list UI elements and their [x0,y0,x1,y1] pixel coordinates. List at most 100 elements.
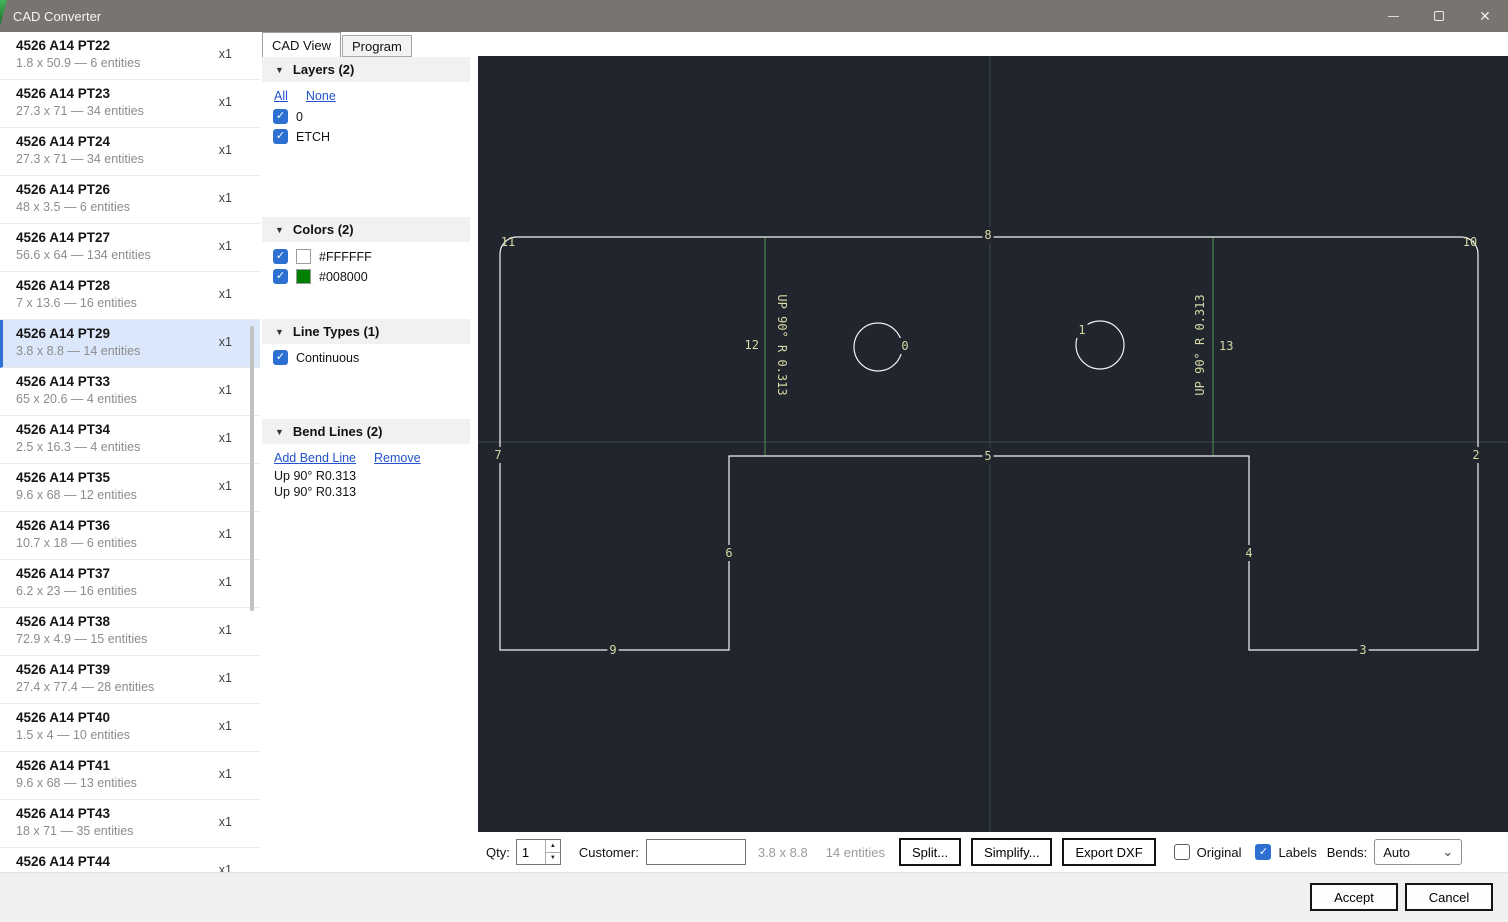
customer-label: Customer: [579,845,639,860]
list-item[interactable]: 4526 A14 PT359.6 x 68 — 12 entitiesx1 [0,464,260,512]
list-item[interactable]: 4526 A14 PT3610.7 x 18 — 6 entitiesx1 [0,512,260,560]
part-qty: x1 [219,863,232,872]
footer-bar: Accept Cancel [0,872,1508,922]
spin-up-icon[interactable]: ▲ [546,840,560,852]
color-label: #008000 [319,270,368,284]
bend-line-row[interactable]: Up 90° R0.313 [262,484,478,500]
cad-viewport[interactable]: 118101213017526493UP 90° R 0.313UP 90° R… [478,56,1508,832]
part-qty: x1 [219,623,232,637]
export-dxf-button[interactable]: Export DXF [1062,838,1155,866]
layers-all-link[interactable]: All [274,89,288,103]
close-icon: ✕ [1479,9,1491,23]
maximize-button[interactable] [1416,0,1462,32]
cad-canvas[interactable]: 118101213017526493UP 90° R 0.313UP 90° R… [478,56,1508,832]
list-item[interactable]: 4526 A14 PT376.2 x 23 — 16 entitiesx1 [0,560,260,608]
layers-title: Layers (2) [293,62,354,77]
entity-label: 8 [984,228,991,242]
qty-input[interactable] [517,840,545,864]
layer-checkbox[interactable] [273,109,288,124]
list-item[interactable]: 4526 A14 PT287 x 13.6 — 16 entitiesx1 [0,272,260,320]
tab-cad-view[interactable]: CAD View [262,32,341,57]
close-button[interactable]: ✕ [1462,0,1508,32]
list-item[interactable]: 4526 A14 PT3927.4 x 77.4 — 28 entitiesx1 [0,656,260,704]
entity-label: 10 [1463,235,1477,249]
color-swatch [296,249,311,264]
list-item[interactable]: 4526 A14 PT342.5 x 16.3 — 4 entitiesx1 [0,416,260,464]
original-label: Original [1197,845,1242,860]
bend-lines-header[interactable]: ▼ Bend Lines (2) [262,419,470,444]
titlebar: CAD Converter ✕ [0,0,1508,32]
entity-label: 9 [609,643,616,657]
entity-label: 6 [725,546,732,560]
colors-header[interactable]: ▼ Colors (2) [262,217,470,242]
spin-down-icon[interactable]: ▼ [546,852,560,865]
part-outline[interactable] [500,237,1478,650]
original-checkbox[interactable] [1174,844,1190,860]
cad-converter-window: CAD Converter ✕ 4526 A14 PT221.8 x 50.9 … [0,0,1508,922]
bends-value: Auto [1383,845,1410,860]
list-item[interactable]: 4526 A14 PT293.8 x 8.8 — 14 entitiesx1 [0,320,260,368]
part-qty: x1 [219,239,232,253]
collapse-caret-icon: ▼ [275,65,284,75]
part-dimensions: 3.8 x 8.8 [758,845,808,860]
bends-select[interactable]: Auto ⌄ [1374,839,1462,865]
tab-program[interactable]: Program [342,35,412,57]
list-item[interactable]: 4526 A14 PT4318 x 71 — 35 entitiesx1 [0,800,260,848]
color-checkbox[interactable] [273,269,288,284]
list-item[interactable]: 4526 A14 PT3365 x 20.6 — 4 entitiesx1 [0,368,260,416]
collapse-caret-icon: ▼ [275,427,284,437]
part-qty: x1 [219,95,232,109]
part-qty: x1 [219,431,232,445]
line-types-header[interactable]: ▼ Line Types (1) [262,319,470,344]
list-item[interactable]: 4526 A14 PT2427.3 x 71 — 34 entitiesx1 [0,128,260,176]
layers-none-link[interactable]: None [306,89,336,103]
entity-label: 3 [1359,643,1366,657]
collapse-caret-icon: ▼ [275,327,284,337]
list-item[interactable]: 4526 A14 PT2648 x 3.5 — 6 entitiesx1 [0,176,260,224]
layer-checkbox[interactable] [273,129,288,144]
line-types-section: ▼ Line Types (1) Continuous [262,319,478,367]
list-item[interactable]: 4526 A14 PT2327.3 x 71 — 34 entitiesx1 [0,80,260,128]
layers-header[interactable]: ▼ Layers (2) [262,57,470,82]
layers-section: ▼ Layers (2) All None 0 ETCH [262,57,478,146]
layer-label: ETCH [296,130,330,144]
part-qty: x1 [219,383,232,397]
minimize-button[interactable] [1370,0,1416,32]
list-item[interactable]: 4526 A14 PT44x1 [0,848,260,872]
parts-list: 4526 A14 PT221.8 x 50.9 — 6 entitiesx145… [0,32,260,872]
split-button[interactable]: Split... [899,838,961,866]
parts-list-scrollbar[interactable] [250,326,254,611]
list-item[interactable]: 4526 A14 PT221.8 x 50.9 — 6 entitiesx1 [0,32,260,80]
labels-checkbox[interactable] [1255,844,1271,860]
accept-button[interactable]: Accept [1310,883,1398,911]
hole-circle[interactable] [854,323,902,371]
bend-lines-title: Bend Lines (2) [293,424,383,439]
maximize-icon [1434,11,1444,21]
list-item[interactable]: 4526 A14 PT419.6 x 68 — 13 entitiesx1 [0,752,260,800]
line-type-checkbox[interactable] [273,350,288,365]
entity-label: 13 [1219,339,1233,353]
part-qty: x1 [219,191,232,205]
colors-title: Colors (2) [293,222,354,237]
add-bend-line-link[interactable]: Add Bend Line [274,451,356,465]
cancel-button[interactable]: Cancel [1405,883,1493,911]
bottom-toolbar: Qty: ▲ ▼ Customer: 3.8 x 8.8 14 entities… [478,832,1508,872]
entity-label: 2 [1472,448,1479,462]
entity-label: 5 [984,449,991,463]
bend-lines-section: ▼ Bend Lines (2) Add Bend Line Remove Up… [262,419,478,500]
color-checkbox[interactable] [273,249,288,264]
color-swatch [296,269,311,284]
simplify-button[interactable]: Simplify... [971,838,1052,866]
part-qty: x1 [219,47,232,61]
entity-count: 14 entities [826,845,885,860]
part-qty: x1 [219,143,232,157]
line-types-title: Line Types (1) [293,324,379,339]
bend-line-row[interactable]: Up 90° R0.313 [262,468,478,484]
entity-label: 7 [494,448,501,462]
customer-input[interactable] [646,839,746,865]
list-item[interactable]: 4526 A14 PT3872.9 x 4.9 — 15 entitiesx1 [0,608,260,656]
list-item[interactable]: 4526 A14 PT401.5 x 4 — 10 entitiesx1 [0,704,260,752]
chevron-down-icon: ⌄ [1442,849,1453,854]
remove-bend-line-link[interactable]: Remove [374,451,421,465]
list-item[interactable]: 4526 A14 PT2756.6 x 64 — 134 entitiesx1 [0,224,260,272]
